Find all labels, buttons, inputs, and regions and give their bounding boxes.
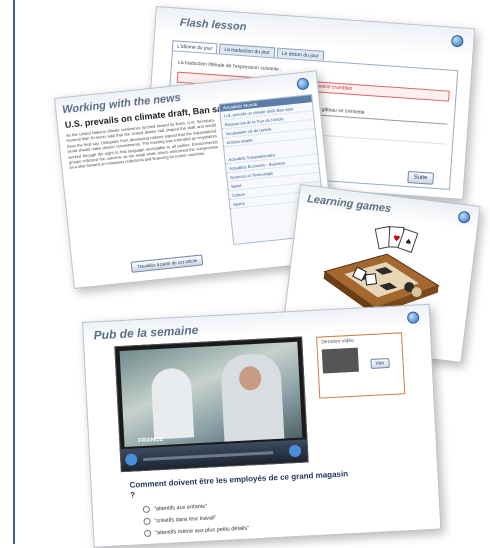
latest-video-button[interactable]: Voir — [370, 357, 390, 369]
radio-icon[interactable] — [143, 529, 152, 538]
quiz-option-label: "attentifs même aux plus petits détails" — [155, 525, 250, 537]
quiz-option[interactable]: "attentifs aux enfants" — [142, 503, 208, 514]
play-icon[interactable] — [124, 453, 138, 466]
globe-icon[interactable] — [450, 34, 464, 48]
learning-games-title: Learning games — [306, 193, 392, 216]
pub-title: Pub de la semaine — [93, 322, 199, 343]
quiz-option[interactable]: "attentifs même aux plus petits détails" — [143, 525, 250, 538]
seek-bar[interactable] — [143, 451, 274, 461]
video-player[interactable]: FRANCE — [114, 336, 309, 473]
svg-text:♥: ♥ — [393, 234, 401, 244]
quiz-question: Comment doivent être les employés de ce … — [129, 469, 349, 500]
quiz-option-label: "créatifs dans leur travail" — [154, 515, 217, 525]
pub-panel: Pub de la semaine FRANCE Dernière vidéo … — [82, 303, 442, 548]
fullscreen-icon[interactable] — [288, 444, 302, 458]
radio-icon[interactable] — [142, 505, 151, 514]
svg-text:♠: ♠ — [404, 237, 412, 247]
globe-icon[interactable] — [406, 311, 420, 324]
flash-lesson-title: Flash lesson — [179, 16, 247, 34]
next-button[interactable]: Suite — [407, 170, 434, 185]
news-article: As the United Nations climate conference… — [65, 117, 219, 171]
left-rule — [0, 0, 15, 544]
globe-icon[interactable] — [296, 77, 310, 91]
radio-icon[interactable] — [143, 517, 151, 526]
quiz-option-label: "attentifs aux enfants" — [153, 503, 208, 513]
latest-video-box: Dernière vidéo Voir — [316, 332, 406, 399]
globe-icon[interactable] — [457, 210, 471, 224]
latest-video-label: Dernière vidéo — [321, 337, 355, 346]
latest-video-thumbnail[interactable] — [321, 347, 359, 374]
video-frame — [119, 341, 303, 447]
quiz-option[interactable]: "créatifs dans leur travail" — [143, 514, 217, 526]
